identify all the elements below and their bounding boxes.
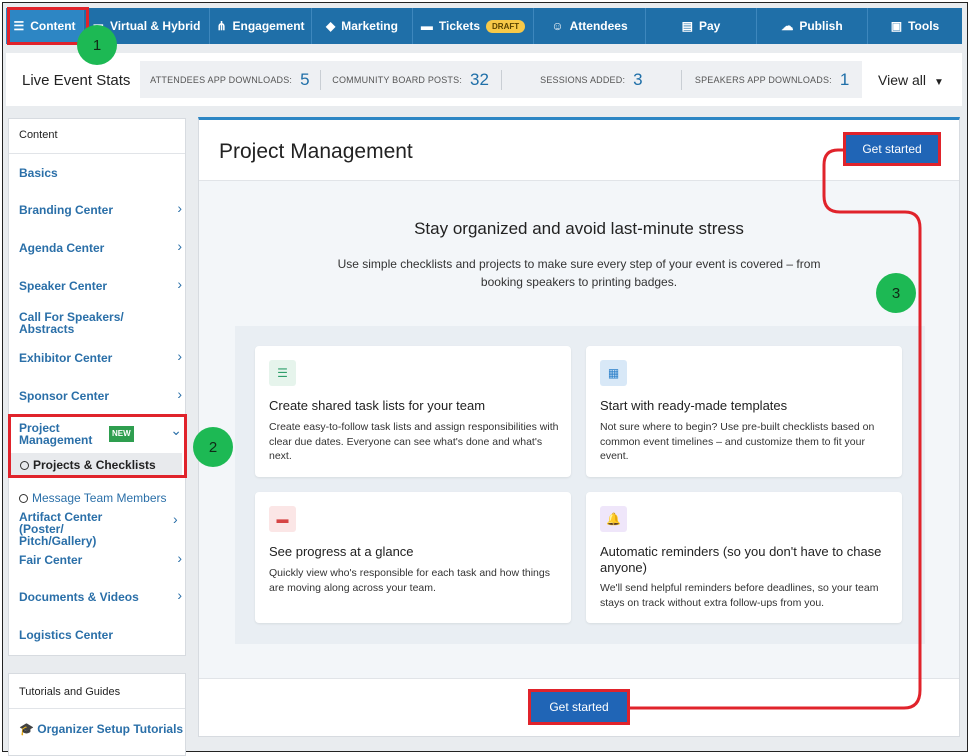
step-marker-1: 1: [77, 25, 117, 65]
step-marker-3: 3: [876, 273, 916, 313]
connector-line: [630, 148, 922, 710]
annotation-connector: [630, 148, 922, 710]
step-marker-2: 2: [193, 427, 233, 467]
